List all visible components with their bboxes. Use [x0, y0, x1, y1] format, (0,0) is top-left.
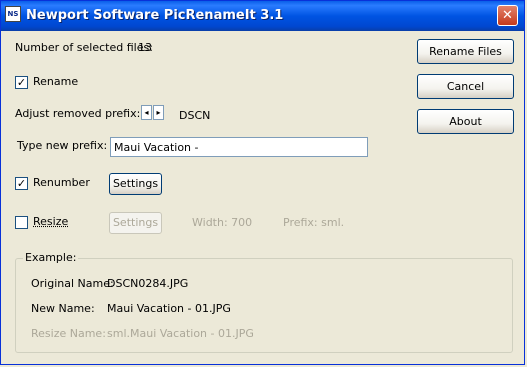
- app-icon: NS: [5, 6, 21, 22]
- resize-width-text: Width: 700: [192, 216, 253, 229]
- resize-checkbox[interactable]: [15, 216, 28, 229]
- renumber-label: Renumber: [33, 176, 90, 189]
- close-button[interactable]: ✕: [497, 5, 518, 26]
- adjust-prefix-label: Adjust removed prefix:: [15, 107, 141, 120]
- rename-label: Rename: [33, 75, 79, 88]
- selected-files-label: Number of selected files:: [15, 41, 153, 54]
- resize-prefix-text: Prefix: sml.: [283, 216, 345, 229]
- resize-settings-button[interactable]: Settings: [109, 212, 162, 234]
- new-prefix-label: Type new prefix:: [17, 139, 108, 152]
- new-name-label: New Name:: [31, 302, 95, 315]
- renumber-checkbox[interactable]: ✓: [15, 177, 28, 190]
- original-name-label: Original Name:: [31, 277, 114, 290]
- cancel-button[interactable]: Cancel: [417, 74, 514, 99]
- resize-name-label: Resize Name:: [31, 327, 106, 340]
- title-bar[interactable]: NS Newport Software PicRenameIt 3.1 ✕: [1, 1, 524, 31]
- resize-name-value: sml.Maui Vacation - 01.JPG: [107, 327, 254, 340]
- prefix-right-arrow-icon[interactable]: ▸: [153, 105, 164, 120]
- new-name-value: Maui Vacation - 01.JPG: [107, 302, 231, 315]
- rename-checkbox[interactable]: ✓: [15, 76, 28, 89]
- new-prefix-input[interactable]: [110, 137, 368, 157]
- resize-label: Resize: [33, 215, 69, 228]
- window-title: Newport Software PicRenameIt 3.1: [26, 8, 284, 23]
- removed-prefix-value: DSCN: [179, 109, 211, 122]
- about-button[interactable]: About: [417, 109, 514, 134]
- rename-files-button[interactable]: Rename Files: [417, 39, 514, 64]
- dialog-window: NS Newport Software PicRenameIt 3.1 ✕ Nu…: [0, 0, 525, 365]
- original-name-value: DSCN0284.JPG: [107, 277, 189, 290]
- example-group-title: Example:: [23, 251, 79, 264]
- selected-files-count: 13: [138, 41, 152, 54]
- renumber-settings-button[interactable]: Settings: [109, 173, 162, 195]
- prefix-left-arrow-icon[interactable]: ◂: [141, 105, 152, 120]
